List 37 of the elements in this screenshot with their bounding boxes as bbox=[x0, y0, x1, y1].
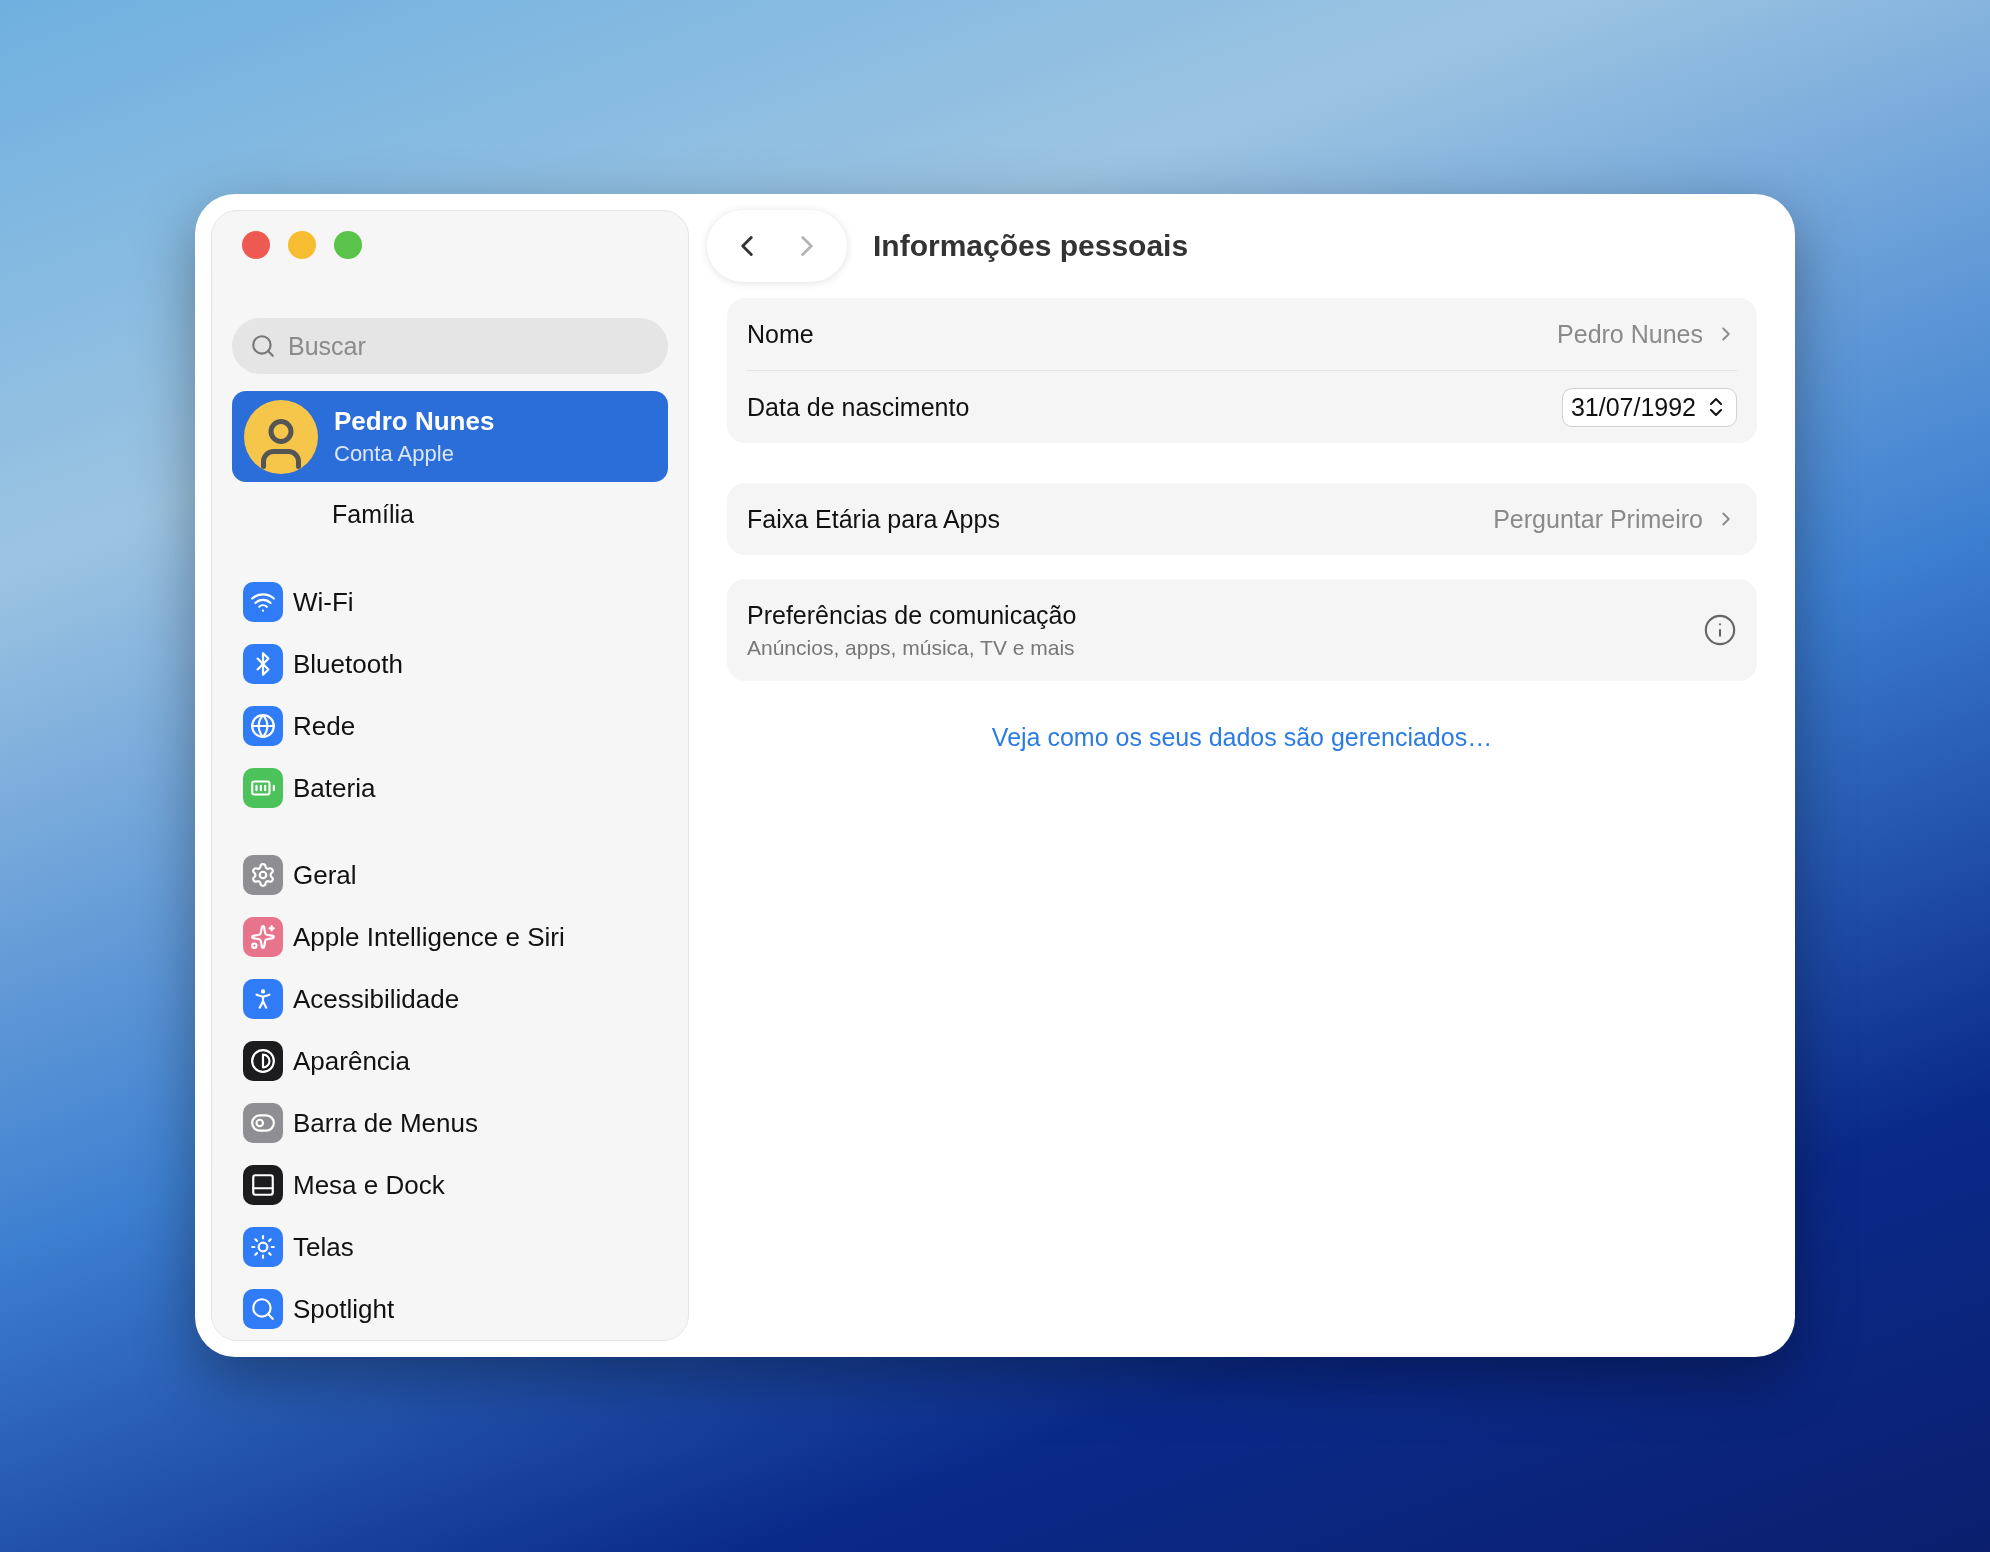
sidebar-item[interactable]: Geral bbox=[293, 859, 357, 891]
date-stepper[interactable]: 31/07/1992 bbox=[1561, 387, 1737, 427]
sidebar-item[interactable]: Telas bbox=[293, 1231, 354, 1263]
row-label: Nome bbox=[747, 319, 814, 349]
search-field[interactable]: Buscar bbox=[232, 318, 668, 374]
data-management-link[interactable]: Veja como os seus dados são gerenciados… bbox=[991, 723, 1493, 752]
row-label: Faixa Etária para Apps bbox=[747, 504, 1000, 534]
sparkle-icon bbox=[250, 924, 276, 950]
contrast-icon bbox=[250, 1048, 276, 1074]
gear-icon bbox=[250, 862, 276, 888]
sidebar-item[interactable]: Acessibilidade bbox=[293, 983, 460, 1015]
sidebar-item[interactable]: Spotlight bbox=[293, 1293, 395, 1325]
sidebar-item[interactable]: Apple Intelligence e Siri bbox=[293, 921, 565, 953]
account-subtitle: Conta Apple bbox=[334, 441, 455, 467]
sidebar-item[interactable]: Bateria bbox=[293, 772, 376, 804]
search-icon bbox=[250, 333, 276, 359]
sidebar-item[interactable]: Bluetooth bbox=[293, 648, 403, 680]
account-item[interactable]: Pedro Nunes Conta Apple bbox=[232, 391, 668, 482]
sun-icon bbox=[250, 1234, 276, 1260]
panel-icon bbox=[250, 1172, 276, 1198]
sidebar-item[interactable]: Wi-Fi bbox=[293, 586, 354, 618]
sidebar-item[interactable]: Barra de Menus bbox=[293, 1107, 478, 1139]
sidebar-item[interactable]: Família bbox=[320, 496, 426, 533]
window-title: Informações pessoais bbox=[873, 229, 1189, 263]
sidebar-item[interactable]: Aparência bbox=[293, 1045, 411, 1077]
sidebar-item[interactable]: Mesa e Dock bbox=[293, 1169, 445, 1201]
search-icon bbox=[250, 1296, 276, 1322]
row-label: Data de nascimento bbox=[747, 392, 970, 422]
close-button[interactable] bbox=[242, 231, 270, 259]
minimize-button[interactable] bbox=[288, 231, 316, 259]
sidebar-item[interactable]: Rede bbox=[293, 710, 356, 742]
row-subtitle: Anúncios, apps, música, TV e mais bbox=[747, 635, 1076, 660]
zoom-button[interactable] bbox=[334, 231, 362, 259]
info-icon[interactable] bbox=[1703, 613, 1737, 647]
account-name: Pedro Nunes bbox=[334, 406, 495, 437]
globe-icon bbox=[250, 713, 276, 739]
row-label: Preferências de comunicação bbox=[747, 600, 1077, 630]
